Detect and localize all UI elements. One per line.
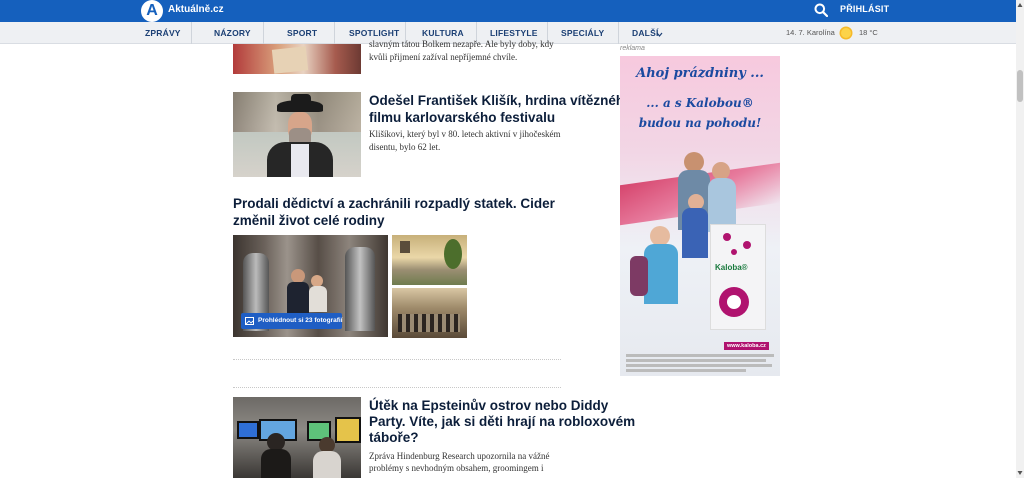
photo-monitor	[237, 421, 259, 439]
scroll-down-icon[interactable]	[1017, 470, 1023, 476]
article-thumbnail[interactable]	[233, 44, 361, 74]
nav-item-sport[interactable]: SPORT	[287, 22, 317, 44]
date-nameday: 14. 7. Karolína	[786, 28, 835, 37]
photo-tank	[345, 247, 375, 331]
photo-person	[287, 282, 309, 314]
section-divider	[233, 359, 561, 360]
ad-fine-print	[626, 354, 774, 372]
sun-icon	[839, 26, 853, 40]
photo-tree	[444, 239, 462, 269]
photo-child	[261, 449, 291, 478]
thumbnail-shirt	[291, 144, 309, 177]
chevron-down-icon[interactable]	[656, 31, 663, 38]
article-title[interactable]: táboře?	[369, 429, 419, 446]
photo-person	[309, 286, 327, 312]
gallery-button-label: Prohlédnout si 23 fotografií	[258, 317, 343, 324]
photo-monitor	[335, 417, 361, 443]
photo-person	[291, 269, 305, 283]
photo-child	[313, 451, 341, 478]
article-title[interactable]: změnil život celé rodiny	[233, 212, 385, 229]
login-link[interactable]: PŘIHLÁSIT	[840, 4, 889, 14]
photo-gallery-icon	[245, 317, 254, 325]
nav-separator	[618, 22, 619, 44]
article-thumbnail[interactable]	[233, 397, 361, 478]
article-perex: slavným tátou Bolkem nezapře. Ale byly d…	[369, 39, 554, 49]
gallery-button[interactable]: Prohlédnout si 23 fotografií	[241, 313, 343, 329]
article-perex: disentu, bylo 62 let.	[369, 142, 441, 152]
thumbnail-detail	[271, 46, 309, 74]
search-icon[interactable]	[814, 3, 828, 17]
article-perex: Klišíkovi, který byl v 80. letech aktivn…	[369, 129, 561, 139]
ad-flower	[717, 231, 761, 261]
ad-domain: www.kaloba.cz	[724, 342, 769, 350]
thumbnail-hat	[291, 94, 311, 108]
ad-product-box: Kaloba®	[710, 224, 766, 330]
nav-separator	[334, 22, 335, 44]
gallery-main-photo[interactable]: Prohlédnout si 23 fotografií	[233, 235, 388, 337]
gallery-photo[interactable]	[392, 235, 467, 285]
scroll-up-icon[interactable]	[1017, 2, 1023, 8]
site-name[interactable]: Aktuálně.cz	[168, 4, 224, 15]
article-title[interactable]: Odešel František Klišík, hrdina vítěznéh…	[369, 92, 632, 109]
article-title[interactable]: Útěk na Epsteinův ostrov nebo Diddy	[369, 397, 608, 414]
ad-person	[684, 152, 704, 172]
nav-item-zpravy[interactable]: ZPRÁVY	[145, 22, 181, 44]
site-logo[interactable]: A	[141, 0, 163, 22]
nav-item-specialy[interactable]: SPECIÁLY	[561, 22, 604, 44]
article-title[interactable]: filmu karlovarského festivalu	[369, 109, 555, 126]
nav-item-nazory[interactable]: NÁZORY	[214, 22, 251, 44]
article-title[interactable]: Party. Víte, jak si děti hrají na roblox…	[369, 413, 635, 430]
gallery-photo[interactable]	[392, 288, 467, 338]
article-title[interactable]: Prodali dědictví a zachránili rozpadlý s…	[233, 195, 555, 212]
photo-window	[400, 241, 410, 253]
article-perex: kvůli přijmení zažíval nepříjemné chvíle…	[369, 52, 518, 62]
ad-person	[650, 226, 670, 246]
nav-separator	[263, 22, 264, 44]
ad-label: reklama	[620, 45, 645, 52]
scrollbar-thumb[interactable]	[1017, 70, 1023, 102]
photo-bottles	[398, 314, 460, 332]
advertisement-banner[interactable]: Ahoj prázdniny ... ... a s Kalobou® budo…	[620, 56, 780, 376]
ad-brand: Kaloba®	[715, 263, 748, 272]
article-perex: problémy s nevhodným obsahem, groomingem…	[369, 463, 544, 473]
temperature: 18 °C	[859, 28, 878, 37]
ad-product-seal	[719, 287, 749, 317]
ad-headline: budou na pohodu!	[638, 116, 762, 130]
section-divider	[233, 387, 561, 388]
nav-item-dalsi[interactable]: DALŠÍ	[632, 22, 659, 44]
ad-person	[682, 208, 708, 258]
ad-person	[644, 244, 678, 304]
nav-separator	[191, 22, 192, 44]
article-perex: Zpráva Hindenburg Research upozornila na…	[369, 451, 550, 461]
ad-headline: Ahoj prázdniny ...	[636, 66, 764, 81]
ad-headline: ... a s Kalobou®	[646, 96, 754, 110]
article-thumbnail[interactable]	[233, 92, 361, 177]
ad-backpack	[630, 256, 648, 296]
